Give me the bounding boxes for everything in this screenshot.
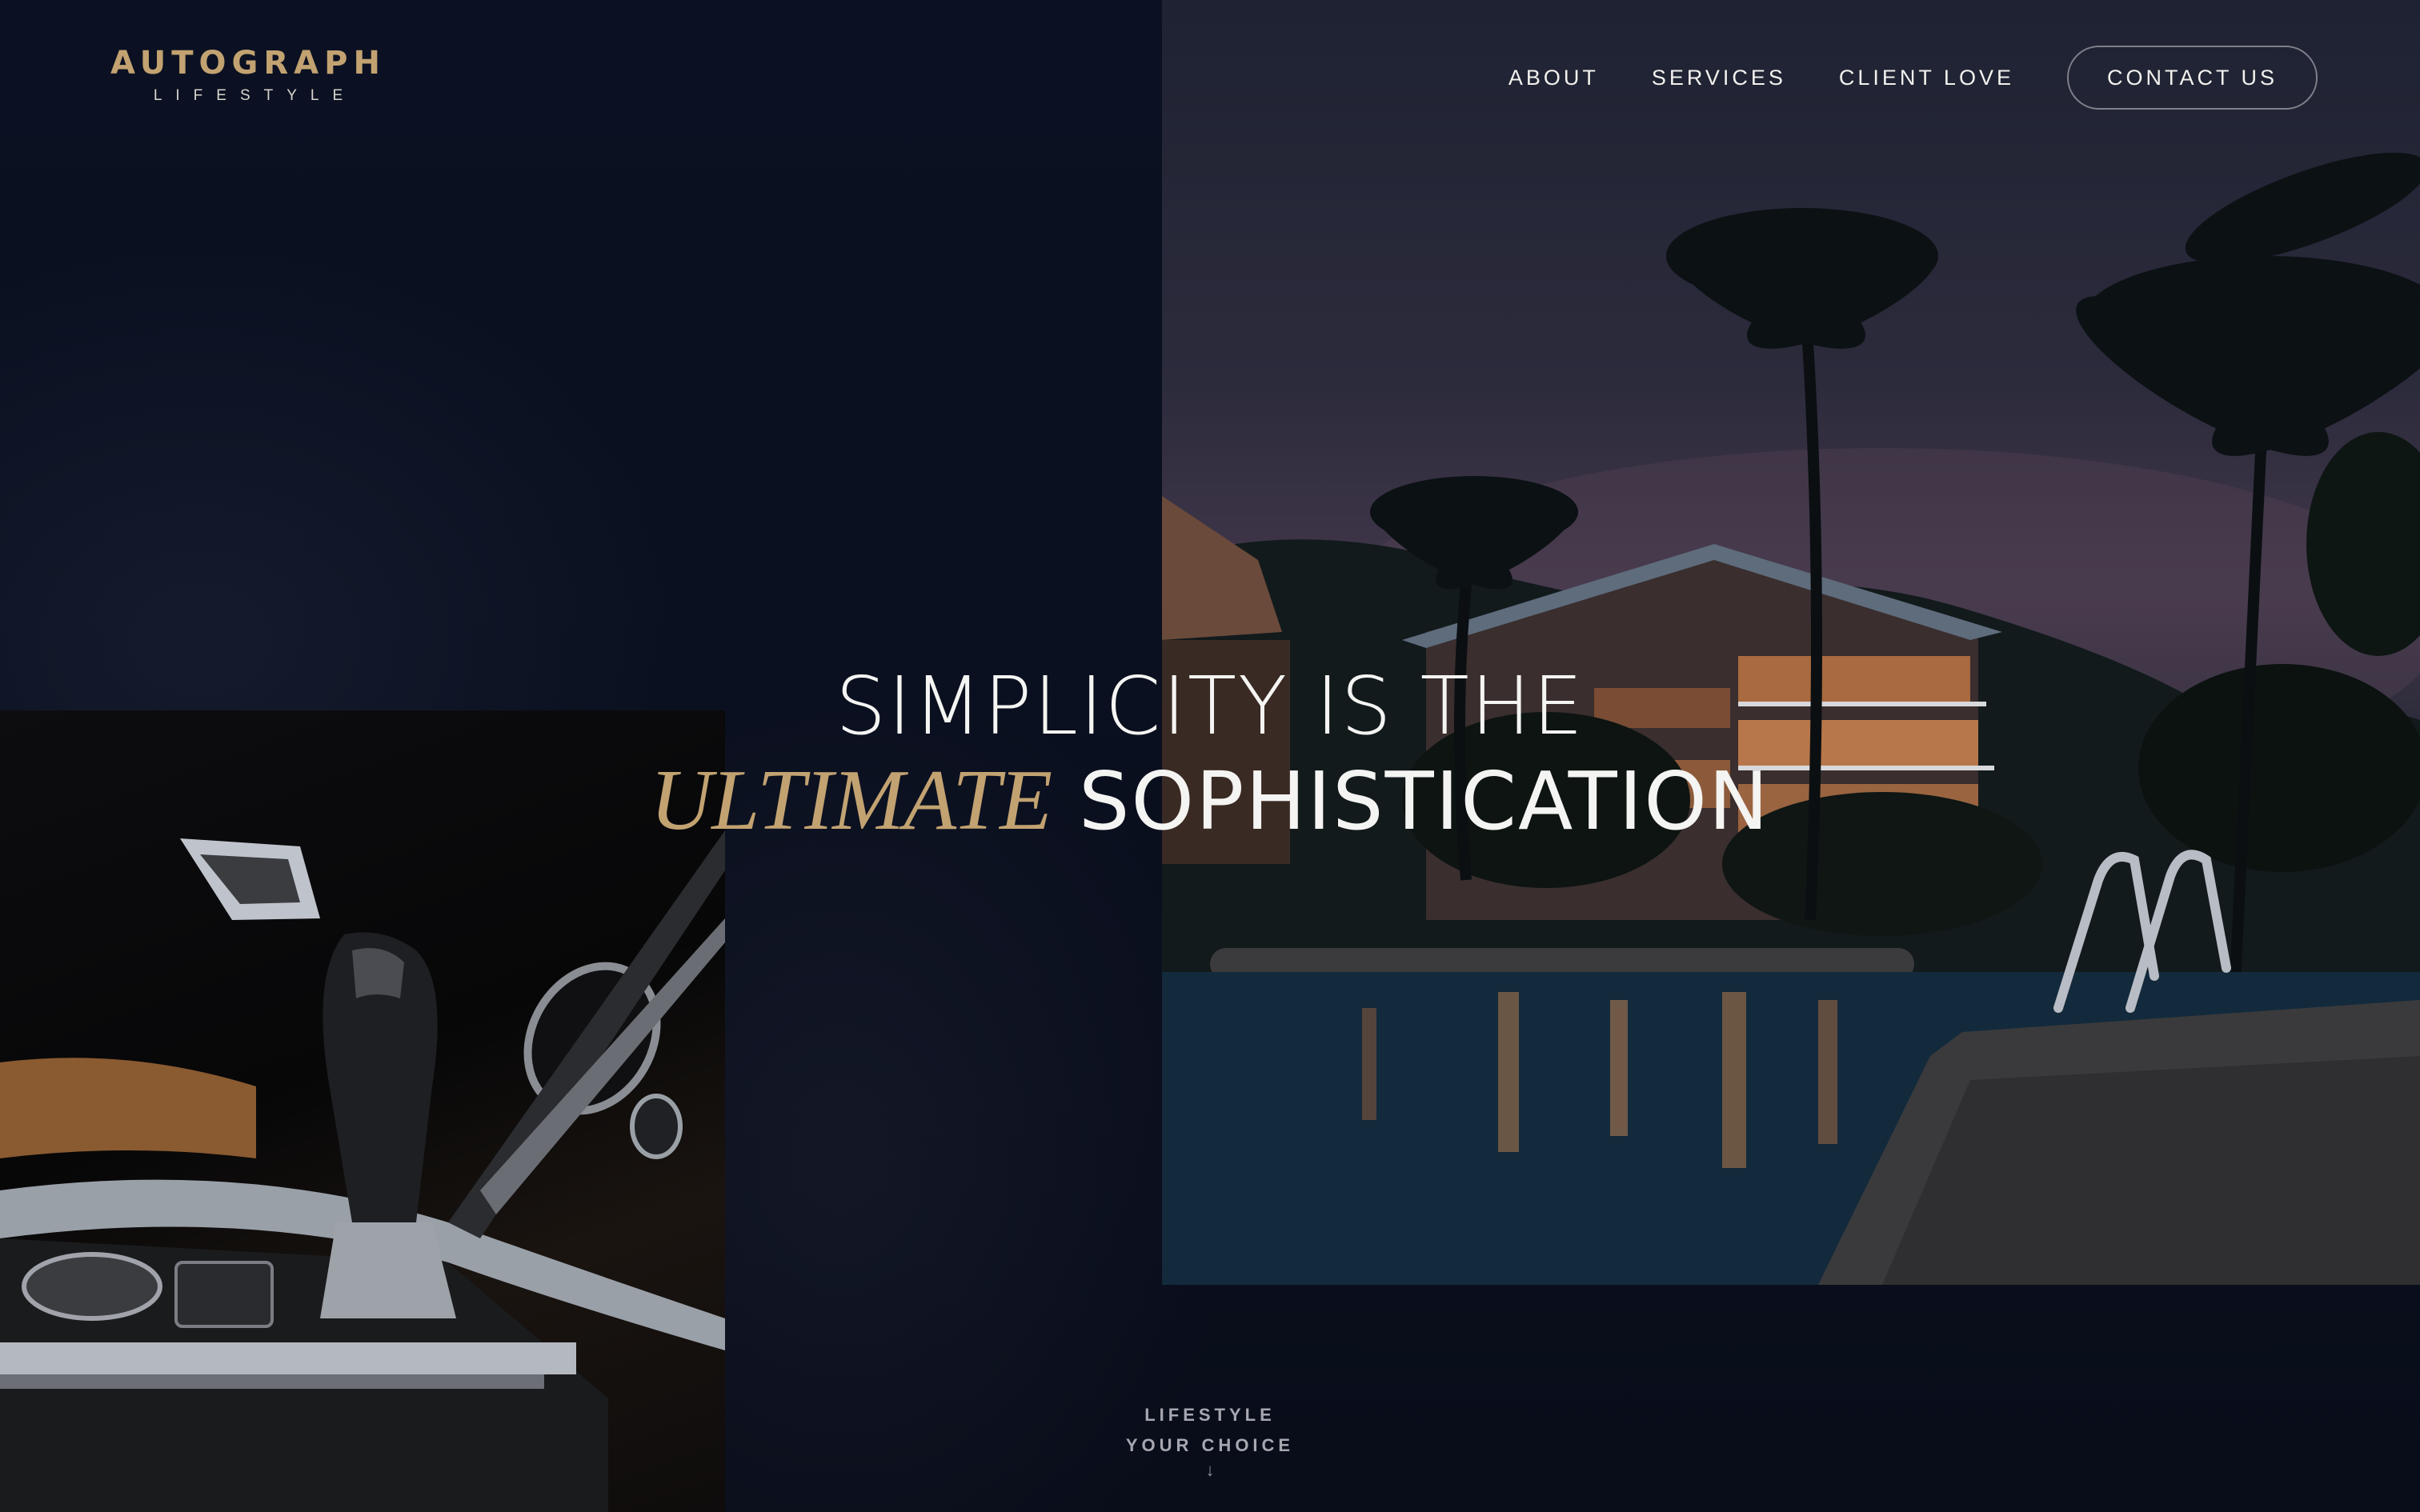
headline-accent-word: ULTIMATE	[650, 753, 1052, 848]
main-nav: ABOUT SERVICES CLIENT LOVE CONTACT US	[1508, 44, 2318, 111]
page: AUTOGRAPH LIFESTYLE ABOUT SERVICES CLIEN…	[0, 0, 2420, 1512]
nav-about[interactable]: ABOUT	[1508, 44, 1599, 111]
scroll-cue-line-1: LIFESTYLE	[1144, 1405, 1276, 1425]
nav-client-love[interactable]: CLIENT LOVE	[1839, 44, 2014, 111]
headline-line-1: SIMPLICITY IS THE	[835, 659, 1585, 753]
logo-tagline: LIFESTYLE	[153, 87, 357, 104]
scroll-cue-line-2: YOUR CHOICE	[1125, 1435, 1295, 1455]
logo[interactable]: AUTOGRAPH LIFESTYLE	[102, 45, 394, 106]
contact-us-button[interactable]: CONTACT US	[2066, 46, 2318, 110]
resort-pool-night-photo	[1162, 0, 2420, 1285]
headline-line-2-rest: SOPHISTICATION	[1078, 754, 1770, 848]
headline-line-2: ULTIMATE SOPHISTICATION	[0, 754, 2420, 849]
scroll-cue[interactable]: LIFESTYLE YOUR CHOICE ↓	[1090, 1400, 1330, 1480]
logo-wordmark: AUTOGRAPH	[110, 45, 386, 82]
arrow-down-icon: ↓	[1205, 1460, 1215, 1480]
nav-services[interactable]: SERVICES	[1652, 44, 1786, 111]
hero-headline: SIMPLICITY IS THE ULTIMATE SOPHISTICATIO…	[0, 659, 2420, 849]
